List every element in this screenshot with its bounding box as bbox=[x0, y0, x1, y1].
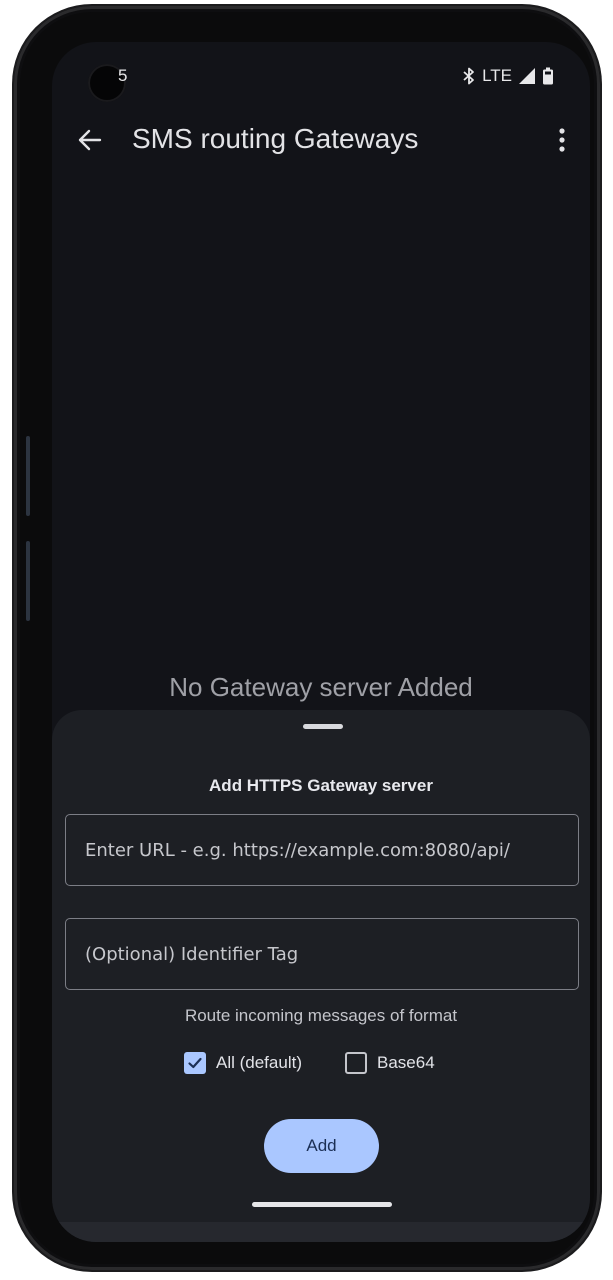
checkbox-base64-unchecked[interactable] bbox=[345, 1052, 367, 1074]
back-arrow-icon[interactable] bbox=[74, 124, 106, 156]
bluetooth-icon bbox=[463, 67, 474, 85]
format-label-all: All (default) bbox=[216, 1053, 302, 1072]
sheet-title: Add HTTPS Gateway server bbox=[209, 776, 433, 795]
status-bar: 5 LTE bbox=[52, 42, 590, 114]
status-time: 5 bbox=[118, 66, 128, 85]
empty-state-message: No Gateway server Added bbox=[169, 672, 473, 702]
url-field[interactable] bbox=[65, 814, 579, 886]
format-option-base64[interactable]: Base64 bbox=[345, 1049, 435, 1077]
format-label-base64: Base64 bbox=[377, 1053, 435, 1072]
url-input[interactable] bbox=[66, 815, 578, 885]
bottom-nav-strip bbox=[52, 1222, 590, 1242]
sheet-drag-handle[interactable] bbox=[303, 724, 343, 729]
status-icons: LTE bbox=[462, 66, 554, 86]
gesture-nav-handle[interactable] bbox=[252, 1202, 392, 1207]
top-app-bar: SMS routing Gateways bbox=[52, 114, 590, 166]
format-options: All (default) Base64 bbox=[52, 1049, 590, 1079]
format-option-all[interactable]: All (default) bbox=[184, 1049, 302, 1077]
checkbox-all-checked[interactable] bbox=[184, 1052, 206, 1074]
identifier-tag-field[interactable] bbox=[65, 918, 579, 990]
identifier-tag-input[interactable] bbox=[66, 919, 578, 989]
route-format-label: Route incoming messages of format bbox=[184, 1006, 458, 1025]
battery-icon bbox=[543, 67, 553, 85]
add-button[interactable]: Add bbox=[264, 1119, 379, 1173]
volume-button bbox=[26, 436, 30, 516]
signal-icon bbox=[519, 68, 535, 84]
power-button bbox=[26, 541, 30, 621]
page-title: SMS routing Gateways bbox=[132, 123, 419, 154]
more-vert-icon[interactable] bbox=[550, 122, 574, 158]
check-icon bbox=[188, 1057, 202, 1069]
phone-screen: 5 LTE SMS routing Gateways No Gateway se… bbox=[52, 42, 590, 1242]
add-gateway-bottom-sheet: Add HTTPS Gateway server Route incoming … bbox=[52, 710, 590, 1242]
network-type-label: LTE bbox=[482, 66, 512, 85]
phone-frame: 5 LTE SMS routing Gateways No Gateway se… bbox=[14, 6, 600, 1270]
